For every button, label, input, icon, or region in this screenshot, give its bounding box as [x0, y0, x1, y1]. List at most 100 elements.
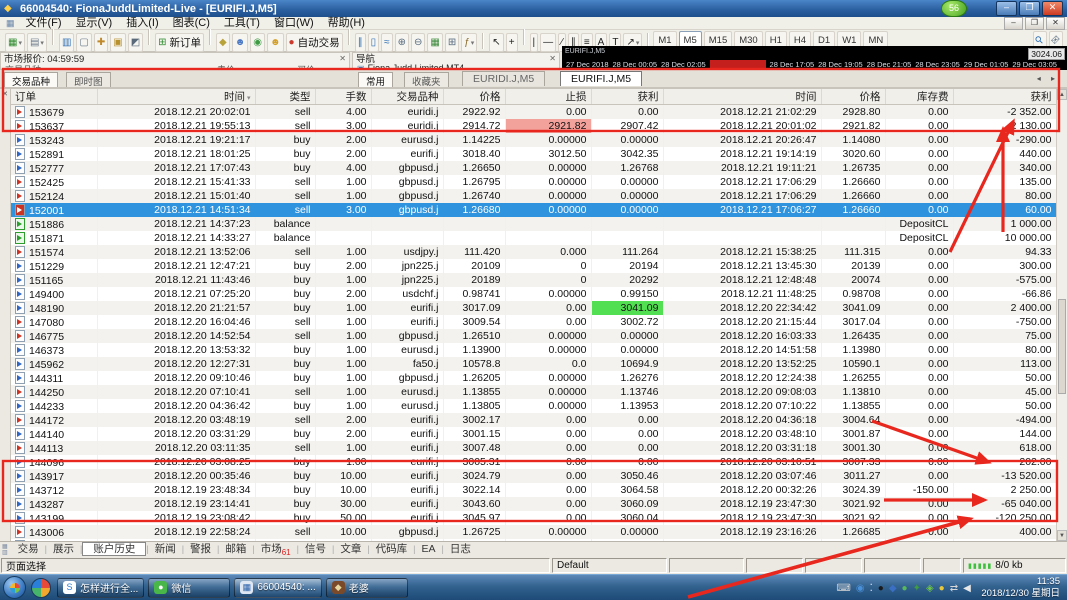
menu-item[interactable]: 图表(C) [166, 17, 217, 29]
bottom-tab-4[interactable]: 警报 [184, 543, 217, 555]
mdi-close-button[interactable]: ✕ [1046, 17, 1065, 30]
history-row[interactable]: 1430062018.12.19 22:58:24sell10.00gbpusd… [11, 525, 1056, 539]
start-button[interactable] [3, 576, 26, 599]
task-mt4[interactable]: ▦66004540: ... [234, 578, 321, 598]
history-row[interactable]: 1520012018.12.21 14:51:34sell3.00gbpusd.… [11, 203, 1056, 217]
indicators-button[interactable]: ƒ▾ [461, 33, 477, 52]
cascade-windows-button[interactable]: ⊞ [445, 33, 459, 52]
sync-icon[interactable]: ⇄ [950, 583, 958, 594]
overlay-badge[interactable]: 56 [941, 0, 967, 17]
bottom-tab-9[interactable]: 代码库 [370, 543, 414, 555]
history-row[interactable]: 1437122018.12.19 23:48:34buy10.00eurifi.… [11, 483, 1056, 497]
bar-chart-button[interactable]: ∥ [355, 33, 366, 52]
history-row[interactable]: 1431992018.12.19 23:08:42buy50.00eurifi.… [11, 511, 1056, 525]
green-shield-icon[interactable]: ◈ [926, 583, 934, 594]
chart-tab-0[interactable]: EURIDI.J,M5 [462, 71, 545, 86]
history-row[interactable]: 1512292018.12.21 12:47:21buy2.00jpn225.j… [11, 259, 1056, 273]
new-order-button[interactable]: ⊞新订单 [155, 33, 204, 52]
bottom-tab-0[interactable]: 交易 [12, 543, 45, 555]
keyboard-icon[interactable]: ⌨ [836, 583, 850, 594]
history-row[interactable]: 1443112018.12.20 09:10:46buy1.00gbpusd.j… [11, 371, 1056, 385]
column-header-2[interactable]: 类型 [255, 89, 315, 105]
history-row[interactable]: 1527772018.12.21 17:07:43buy4.00gbpusd.j… [11, 161, 1056, 175]
column-header-10[interactable]: 库存费 [885, 89, 953, 105]
terminal-button[interactable]: ▣ [110, 33, 125, 52]
menu-item[interactable]: 插入(I) [119, 17, 165, 29]
history-row[interactable]: 1518862018.12.21 14:37:23balanceDepositC… [11, 217, 1056, 231]
mdi-minimize-button[interactable]: – [1004, 17, 1023, 30]
chart-tab-1[interactable]: EURIFI.J,M5 [560, 71, 642, 86]
qq-icon[interactable]: ● [878, 583, 884, 594]
line-chart-button[interactable]: ≈ [381, 33, 393, 52]
history-row[interactable]: 1521242018.12.21 15:01:40sell1.00gbpusd.… [11, 189, 1056, 203]
taskbar-clock[interactable]: 11:35 2018/12/30 星期日 [981, 576, 1060, 599]
scroll-down-icon[interactable]: ▼ [1057, 530, 1067, 541]
minimize-button[interactable]: – [996, 1, 1017, 16]
column-header-9[interactable]: 价格 [821, 89, 885, 105]
column-header-0[interactable]: 订单 [11, 89, 97, 105]
accounts-button[interactable]: ☻ [267, 33, 284, 52]
column-header-3[interactable]: 手数 [315, 89, 371, 105]
menu-item[interactable]: 工具(T) [217, 17, 267, 29]
title-bar[interactable]: ◆ 66004540: FionaJuddLimited-Live - [EUR… [0, 0, 1067, 17]
tab-scroll-arrows[interactable]: ▲◂ ▸ [1037, 74, 1059, 83]
column-header-6[interactable]: 止损 [505, 89, 591, 105]
history-row[interactable]: 1536372018.12.21 19:55:13sell3.00euridi.… [11, 119, 1056, 133]
profiles-button[interactable]: ▤▾ [27, 33, 47, 52]
close-icon[interactable]: ✕ [339, 54, 346, 63]
task-sogou-browser[interactable]: S怎样进行全... [57, 578, 144, 598]
menu-item[interactable]: 窗口(W) [267, 17, 321, 29]
bottom-tab-10[interactable]: EA [416, 543, 442, 555]
wechat-tray-icon[interactable]: ● [902, 583, 908, 594]
history-row[interactable]: 1441402018.12.20 03:31:29buy2.00eurifi.j… [11, 427, 1056, 441]
history-row[interactable]: 1494002018.12.21 07:25:20buy2.00usdchf.j… [11, 287, 1056, 301]
history-row[interactable]: 1511652018.12.21 11:43:46buy1.00jpn225.j… [11, 273, 1056, 287]
status-profile[interactable]: Default [552, 558, 667, 573]
vertical-line-button[interactable]: | [530, 33, 539, 52]
history-row[interactable]: 1463732018.12.20 13:53:32buy1.00eurusd.j… [11, 343, 1056, 357]
column-header-4[interactable]: 交易品种 [371, 89, 443, 105]
ime-icon[interactable]: ⁚ [870, 583, 873, 594]
candlestick-chart-button[interactable]: ▯ [368, 33, 380, 52]
column-header-7[interactable]: 获利 [591, 89, 663, 105]
menu-item[interactable]: 文件(F) [19, 17, 69, 29]
history-row[interactable]: 1515742018.12.21 13:52:06sell1.00usdjpy.… [11, 245, 1056, 259]
horizontal-line-button[interactable]: — [540, 33, 556, 52]
scroll-up-icon[interactable]: ▲ [1057, 89, 1067, 100]
bottom-tab-11[interactable]: 日志 [444, 543, 477, 555]
bottom-tab-6[interactable]: 市场61 [255, 543, 297, 555]
bottom-tab-2[interactable]: 账户历史 [82, 542, 146, 556]
history-row[interactable]: 1528912018.12.21 18:01:25buy2.00eurifi.j… [11, 147, 1056, 161]
close-icon[interactable]: ✕ [0, 90, 10, 98]
history-row[interactable]: 1442332018.12.20 04:36:42buy1.00eurusd.j… [11, 399, 1056, 413]
column-header-8[interactable]: 时间 [663, 89, 821, 105]
bottom-tab-8[interactable]: 文章 [334, 543, 367, 555]
bottom-tab-7[interactable]: 信号 [299, 543, 332, 555]
chart-window[interactable]: EURIFI.J,M5 3024.06 27 Dec 201828 Dec 00… [562, 46, 1067, 70]
bottom-tab-1[interactable]: 展示 [47, 543, 80, 555]
plant-icon[interactable]: ✦ [913, 583, 921, 594]
close-button[interactable]: ✕ [1042, 1, 1063, 16]
sogou-tray-icon[interactable]: ● [939, 583, 945, 594]
history-row[interactable]: 1536792018.12.21 20:02:01sell4.00euridi.… [11, 105, 1056, 120]
column-header-11[interactable]: 获利 [953, 89, 1056, 105]
market-watch-button[interactable]: ▥ [59, 33, 74, 52]
history-row[interactable]: 1481902018.12.20 21:21:57buy1.00eurifi.j… [11, 301, 1056, 315]
history-row[interactable]: 1524252018.12.21 15:41:33sell1.00gbpusd.… [11, 175, 1056, 189]
history-row[interactable]: 1439172018.12.20 00:35:46buy10.00eurifi.… [11, 469, 1056, 483]
crosshair-button[interactable]: + [506, 33, 518, 52]
vertical-scrollbar[interactable]: ▲ ▼ [1056, 89, 1067, 541]
close-icon[interactable]: ✕ [549, 54, 556, 63]
bottom-tab-5[interactable]: 邮箱 [219, 543, 252, 555]
menu-item[interactable]: 显示(V) [69, 17, 120, 29]
bottom-tab-3[interactable]: 新闻 [149, 543, 182, 555]
webterminal-button[interactable]: ◉ [250, 33, 265, 52]
community-button[interactable]: ☻ [232, 33, 249, 52]
navigator-button[interactable]: ✚ [94, 33, 108, 52]
zoom-out-button[interactable]: ⊖ [411, 33, 425, 52]
scrollbar-thumb[interactable] [1058, 299, 1066, 394]
mdi-restore-button[interactable]: ❐ [1025, 17, 1044, 30]
sogou-launcher-icon[interactable] [31, 578, 51, 598]
task-laopo[interactable]: ◆老婆 [326, 578, 408, 598]
cursor-button[interactable]: ↖ [489, 33, 503, 52]
